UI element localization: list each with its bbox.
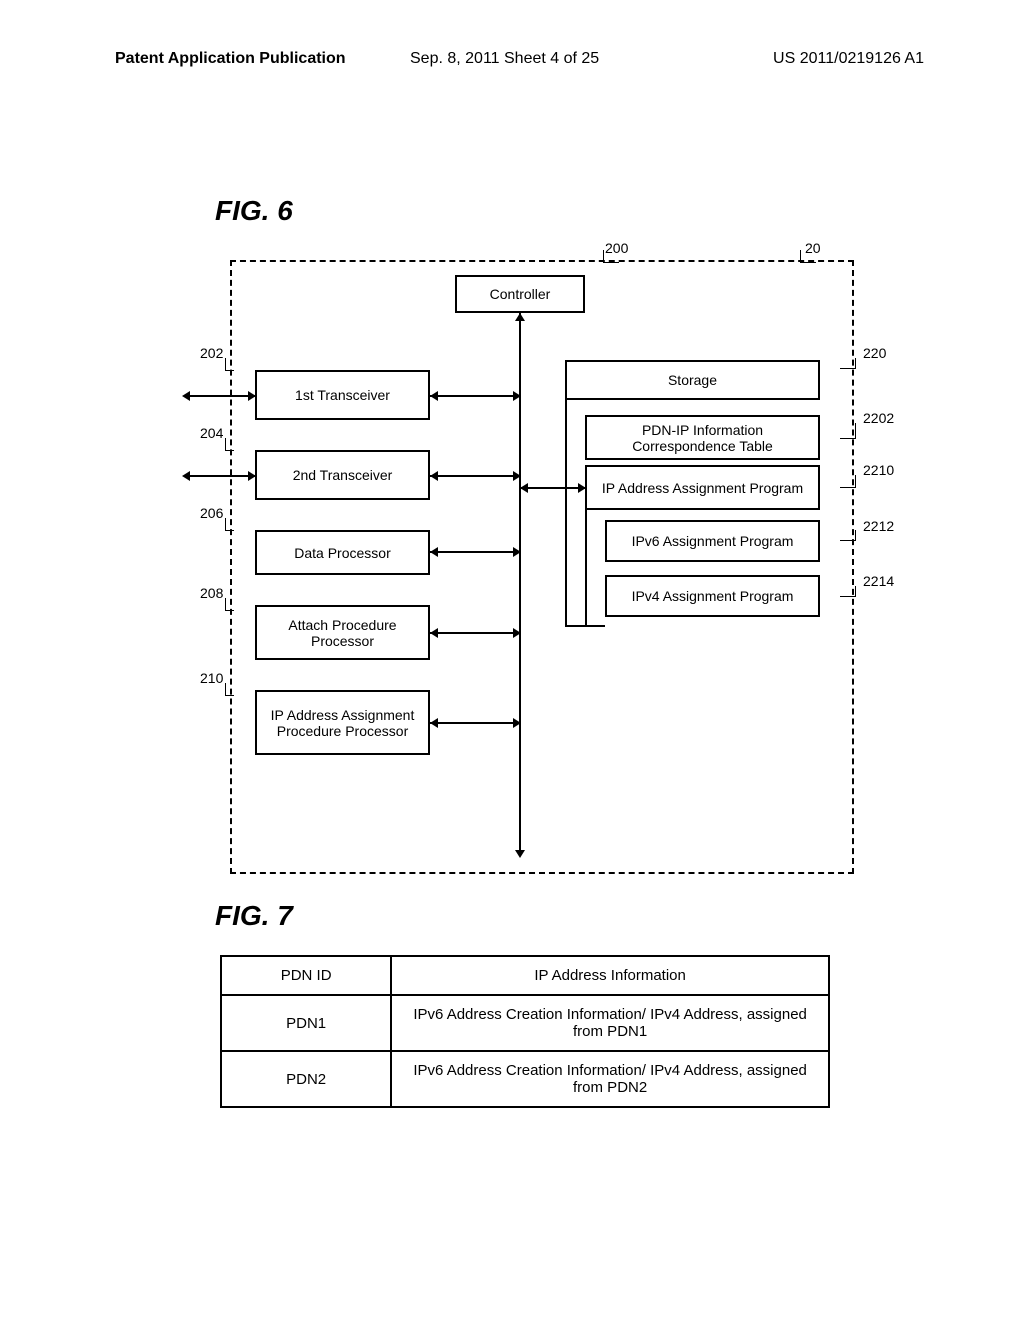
transceiver2-block: 2nd Transceiver	[255, 450, 430, 500]
attach-label: Attach Procedure Processor	[262, 617, 423, 649]
ref-210: 210	[200, 670, 223, 686]
cell-pdn1-info: IPv6 Address Creation Information/ IPv4 …	[391, 995, 829, 1051]
figure-6-diagram: 200 20 Controller 1st Transceiver 2nd Tr…	[230, 240, 850, 870]
ref-2210: 2210	[863, 462, 894, 478]
transceiver1-block: 1st Transceiver	[255, 370, 430, 420]
ipv4-program-block: IPv4 Assignment Program	[605, 575, 820, 617]
data-processor-block: Data Processor	[255, 530, 430, 575]
ref-202: 202	[200, 345, 223, 361]
cell-pdn2: PDN2	[221, 1051, 391, 1107]
figure-7-table: PDN ID IP Address Information PDN1 IPv6 …	[220, 955, 830, 1108]
controller-label: Controller	[490, 286, 551, 302]
ref-2214: 2214	[863, 573, 894, 589]
transceiver1-label: 1st Transceiver	[295, 387, 390, 403]
header-pdn-id: PDN ID	[221, 956, 391, 995]
cell-pdn2-info: IPv6 Address Creation Information/ IPv4 …	[391, 1051, 829, 1107]
ip-program-block: IP Address Assignment Program	[585, 465, 820, 510]
ipv6-program-label: IPv6 Assignment Program	[632, 533, 794, 549]
ip-assign-proc-label: IP Address Assignment Procedure Processo…	[262, 707, 423, 739]
header-right: US 2011/0219126 A1	[773, 50, 924, 68]
figure-6-title: FIG. 6	[215, 195, 293, 227]
ip-assign-proc-block: IP Address Assignment Procedure Processo…	[255, 690, 430, 755]
table-row: PDN2 IPv6 Address Creation Information/ …	[221, 1051, 829, 1107]
header-center: Sep. 8, 2011 Sheet 4 of 25	[410, 50, 599, 68]
table-row: PDN1 IPv6 Address Creation Information/ …	[221, 995, 829, 1051]
ref-2212: 2212	[863, 518, 894, 534]
pdn-ip-table: PDN ID IP Address Information PDN1 IPv6 …	[220, 955, 830, 1108]
table-header-row: PDN ID IP Address Information	[221, 956, 829, 995]
ref-220: 220	[863, 345, 886, 361]
ref-208: 208	[200, 585, 223, 601]
ip-program-label: IP Address Assignment Program	[602, 480, 803, 496]
ipv6-program-block: IPv6 Assignment Program	[605, 520, 820, 562]
ref-204: 204	[200, 425, 223, 441]
header-left: Patent Application Publication	[115, 50, 346, 68]
header-ip-info: IP Address Information	[391, 956, 829, 995]
controller-block: Controller	[455, 275, 585, 313]
pdn-table-label: PDN-IP Information Correspondence Table	[592, 422, 813, 454]
figure-7-title: FIG. 7	[215, 900, 293, 932]
storage-block: Storage	[565, 360, 820, 400]
attach-block: Attach Procedure Processor	[255, 605, 430, 660]
cell-pdn1: PDN1	[221, 995, 391, 1051]
storage-label: Storage	[668, 372, 717, 388]
ref-2202: 2202	[863, 410, 894, 426]
ipv4-program-label: IPv4 Assignment Program	[632, 588, 794, 604]
pdn-table-block: PDN-IP Information Correspondence Table	[585, 415, 820, 460]
transceiver2-label: 2nd Transceiver	[293, 467, 393, 483]
data-processor-label: Data Processor	[294, 545, 390, 561]
ref-206: 206	[200, 505, 223, 521]
